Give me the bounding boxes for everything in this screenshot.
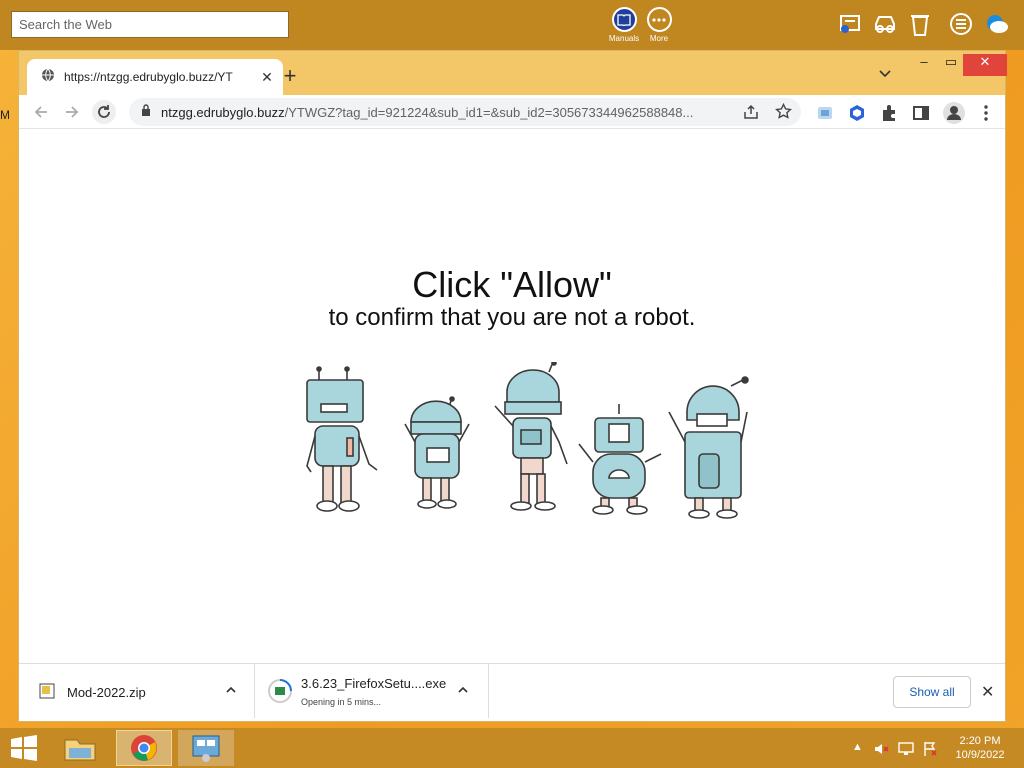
window-close-button[interactable]: ✕ (963, 54, 1007, 76)
browser-toolbar: ntzgg.edrubyglo.buzz/YTWGZ?tag_id=921224… (19, 95, 1005, 129)
extension-translate-icon[interactable] (816, 104, 834, 122)
chrome-taskbar-button[interactable] (116, 730, 172, 766)
url-text: ntzgg.edrubyglo.buzz/YTWGZ?tag_id=921224… (161, 105, 727, 120)
maximize-button[interactable]: ▭ (936, 54, 966, 76)
url-host: ntzgg.edrubyglo.buzz (161, 104, 285, 120)
tab-close-icon[interactable]: ✕ (259, 69, 275, 86)
reload-icon[interactable] (92, 100, 116, 124)
download-filename: 3.6.23_FirefoxSetu....exe (301, 676, 447, 691)
car-icon[interactable] (872, 11, 898, 37)
browser-menu-kebab-icon[interactable] (977, 104, 995, 122)
new-tab-button[interactable]: + (279, 63, 301, 89)
extension-shield-icon[interactable] (848, 104, 866, 122)
bookmark-star-icon[interactable] (775, 102, 792, 125)
robot-2 (404, 396, 470, 509)
chevron-up-icon[interactable] (457, 684, 469, 699)
download-filename: Mod-2022.zip (67, 685, 146, 700)
url-path: /YTWGZ?tag_id=921224&sub_id1=&sub_id2=30… (284, 104, 694, 120)
show-all-button[interactable]: Show all (893, 676, 971, 708)
more-button[interactable]: More (641, 7, 677, 43)
back-arrow-icon[interactable] (29, 100, 53, 124)
system-clock[interactable]: 2:20 PM 10/9/2022 (948, 734, 1012, 762)
clock-time: 2:20 PM (959, 735, 1001, 747)
volume-muted-icon[interactable] (873, 741, 889, 757)
share-icon[interactable] (743, 104, 759, 125)
browser-window: https://ntzgg.edrubyglo.buzz/YT ✕ + – ▭ … (18, 50, 1007, 722)
browser-titlebar: https://ntzgg.edrubyglo.buzz/YT ✕ + – ▭ … (19, 51, 1007, 95)
forward-arrow-icon[interactable] (60, 100, 84, 124)
browser-tab[interactable]: https://ntzgg.edrubyglo.buzz/YT ✕ (27, 59, 283, 95)
clock-date: 10/9/2022 (955, 749, 1005, 761)
robot-5 (668, 376, 749, 519)
more-dots-icon (646, 7, 672, 32)
page-headline: Click "Allow" (412, 264, 612, 305)
page-subline: to confirm that you are not a robot. (328, 304, 696, 331)
chevron-up-icon[interactable] (225, 684, 237, 699)
folder-icon (64, 739, 96, 761)
address-bar[interactable]: ntzgg.edrubyglo.buzz/YTWGZ?tag_id=921224… (129, 98, 801, 126)
extensions-puzzle-icon[interactable] (880, 104, 898, 122)
profile-avatar-icon[interactable] (943, 102, 965, 124)
start-button[interactable] (0, 730, 48, 766)
download-item-zip[interactable]: Mod-2022.zip (19, 664, 255, 718)
progress-ring-icon (267, 678, 293, 709)
show-hidden-icons-icon[interactable]: ▲ (852, 741, 868, 757)
more-label: More (649, 34, 669, 43)
download-status: Opening in 5 mins... (301, 697, 382, 707)
lock-icon (141, 103, 151, 121)
robot-4 (578, 404, 662, 515)
network-icon[interactable] (898, 741, 914, 757)
zip-file-icon (39, 683, 55, 704)
page-content: Click "Allow" to confirm that you are no… (19, 130, 1005, 663)
recycle-bin-icon[interactable] (908, 11, 934, 37)
download-bar: Mod-2022.zip 3.6.23_FirefoxSetu....exe O… (19, 663, 1005, 721)
top-toolbar: Search the Web Manuals More (0, 0, 1024, 50)
file-explorer-button[interactable] (52, 730, 108, 766)
minimize-button[interactable]: – (909, 54, 939, 76)
download-item-exe[interactable]: 3.6.23_FirefoxSetu....exe Opening in 5 m… (255, 664, 489, 718)
download-bar-close-icon[interactable]: ✕ (981, 682, 994, 702)
web-search-input[interactable]: Search the Web (11, 11, 289, 38)
menu-icon[interactable] (948, 11, 974, 37)
windows-logo-icon (11, 735, 37, 761)
side-panel-icon[interactable] (912, 104, 930, 122)
news-icon[interactable] (838, 11, 864, 37)
manuals-button[interactable]: Manuals (606, 7, 642, 43)
weather-icon[interactable] (984, 11, 1010, 37)
manuals-label: Manuals (608, 34, 640, 43)
tab-title: https://ntzgg.edrubyglo.buzz/YT (64, 70, 233, 84)
chrome-icon (131, 735, 157, 761)
book-icon (611, 7, 637, 32)
robots-illustration (306, 362, 749, 519)
tab-search-chevron-icon[interactable] (878, 67, 892, 81)
control-panel-icon (192, 735, 220, 762)
robot-1 (306, 366, 378, 512)
taskbar: ▲ 2:20 PM 10/9/2022 (0, 728, 1024, 768)
desktop-edge-label: M (0, 108, 10, 122)
robot-3 (494, 362, 568, 511)
action-center-flag-icon[interactable] (922, 741, 938, 757)
globe-icon (41, 68, 55, 87)
control-panel-taskbar-button[interactable] (178, 730, 234, 766)
